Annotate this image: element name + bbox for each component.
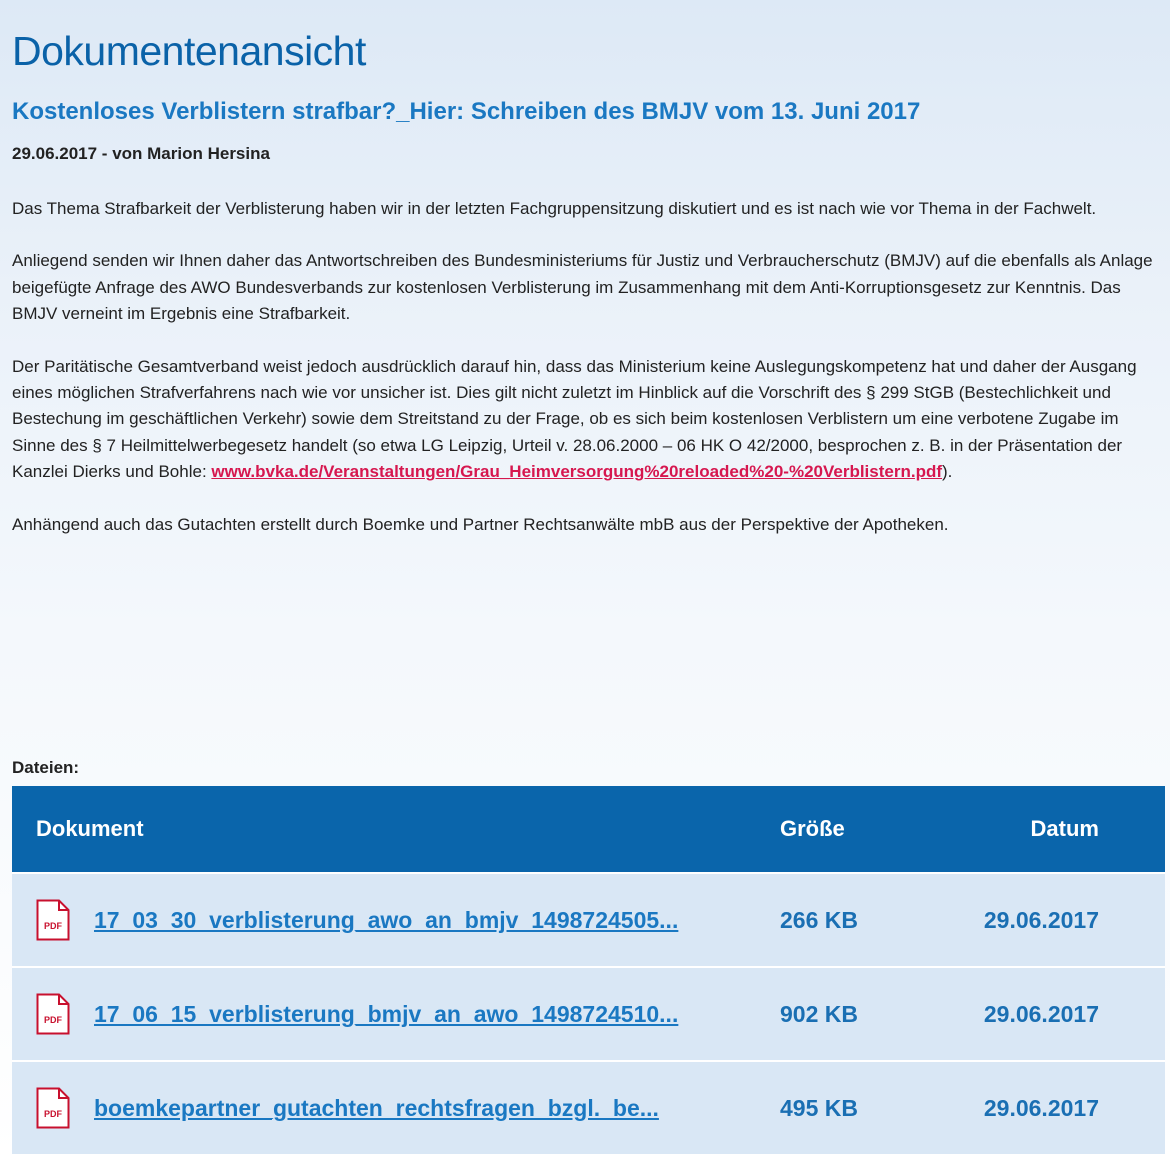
pdf-icon: PDF: [36, 993, 70, 1035]
pdf-icon-label: PDF: [44, 1015, 62, 1025]
pdf-icon: PDF: [36, 899, 70, 941]
paragraph-3: Der Paritätische Gesamtverband weist jed…: [12, 354, 1162, 486]
file-link[interactable]: boemkepartner_gutachten_rechtsfragen_bzg…: [94, 1095, 659, 1122]
document-meta: 29.06.2017 - von Marion Hersina: [12, 144, 270, 163]
header-date: Datum: [1030, 816, 1099, 841]
file-link[interactable]: 17_06_15_verblisterung_bmjv_an_awo_14987…: [94, 1001, 678, 1028]
file-date: 29.06.2017: [983, 1000, 1099, 1027]
files-label: Dateien:: [12, 758, 80, 777]
file-date: 29.06.2017: [983, 1094, 1099, 1121]
presentation-link[interactable]: www.bvka.de/Veranstaltungen/Grau_Heimver…: [211, 462, 942, 481]
pdf-icon-label: PDF: [44, 1109, 62, 1119]
document-title: Kostenloses Verblistern strafbar?_Hier: …: [12, 98, 921, 125]
files-table-header: Dokument Größe Datum: [12, 786, 1165, 872]
paragraph-3-end: ).: [942, 462, 953, 482]
document-view: Dokumentenansicht Kostenloses Verblister…: [0, 0, 1170, 1158]
paragraph-1: Das Thema Strafbarkeit der Verblisterung…: [12, 199, 1097, 218]
table-row: PDF 17_03_30_verblisterung_awo_an_bmjv_1…: [12, 872, 1165, 966]
file-date: 29.06.2017: [983, 906, 1099, 933]
page-title: Dokumentenansicht: [12, 28, 366, 74]
header-size: Größe: [780, 816, 845, 841]
document-body: Das Thema Strafbarkeit der Verblisterung…: [12, 196, 1162, 564]
header-document: Dokument: [36, 816, 144, 841]
paragraph-4: Anhängend auch das Gutachten erstellt du…: [12, 514, 949, 534]
table-row: PDF 17_06_15_verblisterung_bmjv_an_awo_1…: [12, 966, 1165, 1060]
files-table: Dokument Größe Datum PDF 17_03_30_verbli…: [12, 786, 1165, 1154]
paragraph-2: Anliegend senden wir Ihnen daher das Ant…: [12, 251, 1153, 324]
file-size: 902 KB: [780, 1000, 858, 1027]
file-size: 495 KB: [780, 1094, 858, 1121]
pdf-icon: PDF: [36, 1087, 70, 1129]
table-row: PDF boemkepartner_gutachten_rechtsfragen…: [12, 1060, 1165, 1154]
pdf-icon-label: PDF: [44, 921, 62, 931]
file-size: 266 KB: [780, 906, 858, 933]
file-link[interactable]: 17_03_30_verblisterung_awo_an_bmjv_14987…: [94, 907, 678, 934]
